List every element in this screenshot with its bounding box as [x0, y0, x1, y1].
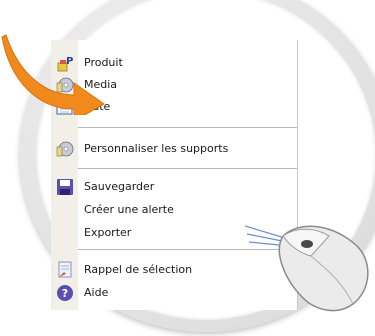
customize-icon [56, 141, 74, 157]
menu-separator [78, 127, 297, 128]
menu-item-personnaliser[interactable]: Personnaliser les supports [51, 138, 297, 160]
save-icon [57, 179, 73, 195]
menu-item-label: Aide [84, 286, 109, 299]
help-icon: ? [57, 285, 73, 301]
menu-separator [78, 168, 297, 169]
menu-item-label: Créer une alerte [84, 203, 174, 216]
pointer-arrow-icon [1, 34, 105, 115]
menu-item-label: Personnaliser les supports [84, 142, 229, 155]
recall-selection-icon [58, 261, 72, 278]
menu-item-label: Exporter [84, 226, 132, 239]
menu-item-sauvegarder[interactable]: Sauvegarder [51, 176, 297, 198]
computer-mouse-icon [245, 225, 369, 312]
menu-item-label: Rappel de sélection [84, 263, 193, 276]
svg-text:?: ? [62, 287, 68, 300]
menu-item-label: Sauvegarder [84, 180, 155, 193]
